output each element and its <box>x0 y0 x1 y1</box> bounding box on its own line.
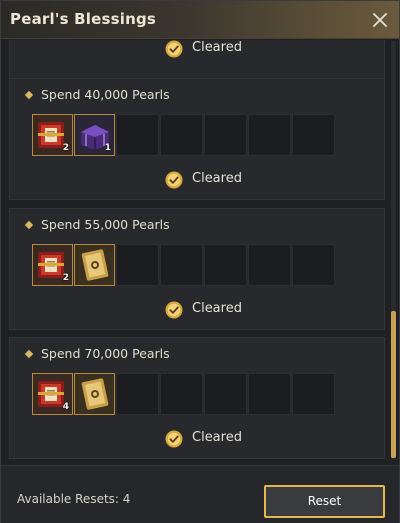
scrollbar-thumb[interactable] <box>391 311 396 458</box>
diamond-bullet-icon <box>24 220 34 230</box>
check-icon <box>165 301 183 319</box>
empty-slot <box>116 244 159 286</box>
item-count: 2 <box>62 143 69 153</box>
reward-item-slot[interactable]: 2 <box>32 244 73 286</box>
gold-coupon-icon <box>81 249 109 281</box>
cleared-label: Cleared <box>192 301 242 316</box>
reward-item-slot[interactable]: 1 <box>74 114 115 156</box>
empty-slot <box>248 373 291 415</box>
cleared-status: Cleared <box>10 424 384 454</box>
cleared-status: Cleared <box>10 40 384 64</box>
available-resets-label: Available Resets: 4 <box>17 492 131 506</box>
gold-coupon-icon <box>81 378 109 410</box>
reward-title: Spend 55,000 Pearls <box>41 217 170 232</box>
reward-header: Spend 70,000 Pearls <box>10 338 384 368</box>
reward-title: Spend 70,000 Pearls <box>41 346 170 361</box>
cleared-status: Cleared <box>10 295 384 325</box>
empty-slot <box>116 114 159 156</box>
reward-panel-55000: Spend 55,000 Pearls 2 Cleared <box>9 208 385 330</box>
pearls-blessings-window: Pearl's Blessings Cleared Spend 40,000 P… <box>0 0 400 523</box>
empty-slot <box>248 244 291 286</box>
empty-slot <box>160 373 203 415</box>
reward-panel-70000: Spend 70,000 Pearls 4 Cleared <box>9 337 385 459</box>
check-icon <box>165 171 183 189</box>
reward-item-slot[interactable] <box>74 373 115 415</box>
empty-slot <box>116 373 159 415</box>
reward-slots: 2 <box>32 244 342 286</box>
empty-slot <box>204 373 247 415</box>
reset-button[interactable]: Reset <box>264 485 385 518</box>
empty-slot <box>292 114 335 156</box>
empty-slot <box>248 114 291 156</box>
check-icon <box>165 40 183 58</box>
reward-item-slot[interactable]: 4 <box>32 373 73 415</box>
reward-title: Spend 40,000 Pearls <box>41 87 170 102</box>
check-icon <box>165 430 183 448</box>
empty-slot <box>292 373 335 415</box>
empty-slot <box>160 114 203 156</box>
cleared-label: Cleared <box>192 430 242 445</box>
reward-header: Spend 40,000 Pearls <box>10 79 384 109</box>
item-count: 2 <box>62 273 69 283</box>
reward-item-slot[interactable]: 2 <box>32 114 73 156</box>
window-title: Pearl's Blessings <box>10 10 157 28</box>
empty-slot <box>292 244 335 286</box>
cleared-label: Cleared <box>192 40 242 55</box>
cleared-label: Cleared <box>192 171 242 186</box>
item-count: 4 <box>62 402 69 412</box>
empty-slot <box>204 114 247 156</box>
close-icon[interactable] <box>371 11 389 29</box>
rewards-list[interactable]: Cleared Spend 40,000 Pearls 2 1 Cleared … <box>1 40 399 465</box>
reward-header: Spend 55,000 Pearls <box>10 209 384 239</box>
diamond-bullet-icon <box>24 349 34 359</box>
empty-slot <box>160 244 203 286</box>
reward-slots: 2 1 <box>32 114 342 156</box>
title-bar: Pearl's Blessings <box>1 1 399 39</box>
cleared-status: Cleared <box>10 165 384 195</box>
empty-slot <box>204 244 247 286</box>
diamond-bullet-icon <box>24 90 34 100</box>
item-count: 1 <box>104 143 111 153</box>
reward-item-slot[interactable] <box>74 244 115 286</box>
footer-bar: Available Resets: 4 Reset <box>1 465 399 523</box>
reward-panel-40000: Spend 40,000 Pearls 2 1 Cleared <box>9 78 385 200</box>
reward-slots: 4 <box>32 373 342 415</box>
